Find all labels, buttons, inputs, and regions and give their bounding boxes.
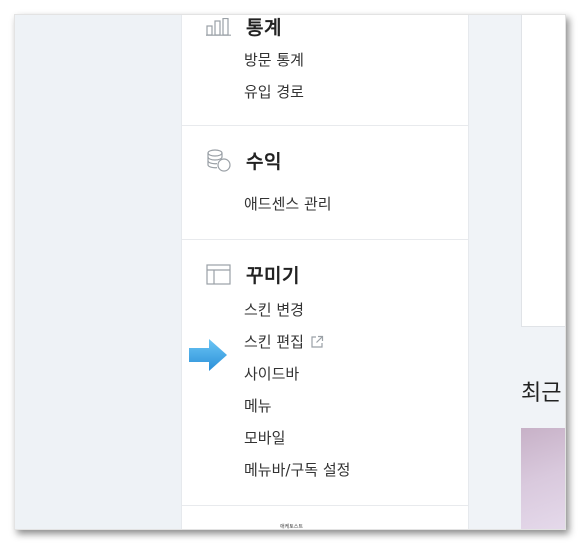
bottom-tiny-label: 애케토스트 — [280, 524, 304, 530]
menu-item-skin-edit[interactable]: 스킨 편집 — [244, 331, 324, 352]
arrow-annotation-icon — [189, 337, 229, 377]
menu-item-menu[interactable]: 메뉴 — [244, 395, 272, 416]
menu-item-skin-edit-label: 스킨 편집 — [244, 333, 304, 351]
section-header-stats[interactable]: 통계 — [206, 15, 282, 40]
left-background — [15, 15, 181, 529]
post-thumbnail[interactable] — [521, 428, 565, 529]
plugin-icon — [206, 521, 220, 529]
admin-menu-panel: 통계 방문 통계 유입 경로 수익 애드센스 관리 꾸미기 스킨 변경 스킨 편… — [181, 15, 469, 530]
right-card — [521, 15, 565, 327]
menu-item-menubar-subscribe[interactable]: 메뉴바/구독 설정 — [244, 459, 350, 480]
menu-item-inflow-path[interactable]: 유입 경로 — [244, 81, 304, 102]
menu-item-adsense[interactable]: 애드센스 관리 — [244, 193, 332, 214]
divider — [182, 125, 468, 126]
external-link-icon — [310, 335, 324, 349]
bar-chart-icon — [206, 17, 232, 36]
screenshot-frame: 통계 방문 통계 유입 경로 수익 애드센스 관리 꾸미기 스킨 변경 스킨 편… — [14, 14, 566, 530]
layout-icon — [206, 263, 232, 286]
section-title-customize: 꾸미기 — [246, 265, 300, 287]
recent-heading: 최근 — [521, 381, 562, 406]
section-header-customize[interactable]: 꾸미기 — [206, 261, 300, 288]
coins-icon — [206, 148, 232, 173]
section-title-stats: 통계 — [246, 17, 282, 39]
section-header-revenue[interactable]: 수익 — [206, 147, 282, 174]
divider — [182, 239, 468, 240]
divider — [182, 505, 468, 506]
menu-item-sidebar[interactable]: 사이드바 — [244, 363, 299, 384]
section-title-revenue: 수익 — [246, 151, 282, 173]
menu-item-visit-stats[interactable]: 방문 통계 — [244, 49, 304, 70]
menu-item-mobile[interactable]: 모바일 — [244, 427, 285, 448]
menu-item-skin-change[interactable]: 스킨 변경 — [244, 299, 304, 320]
